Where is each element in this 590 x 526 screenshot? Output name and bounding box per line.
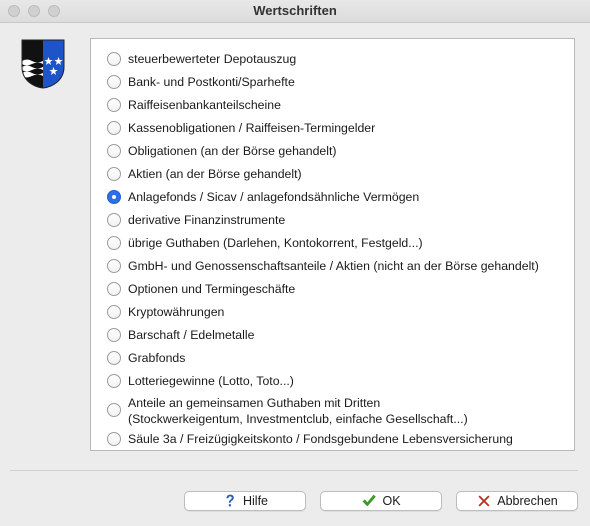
option-grabfonds[interactable]: Grabfonds (107, 350, 185, 366)
radio-button[interactable] (107, 75, 121, 89)
question-mark-dot (228, 504, 231, 507)
cancel-button-label: Abbrechen (497, 494, 558, 508)
title-bar: Wertschriften (0, 0, 590, 23)
option-label: Grabfonds (128, 351, 186, 365)
footer-divider (10, 470, 578, 471)
option-kryptowaehrungen[interactable]: Kryptowährungen (107, 304, 224, 320)
dialog-window: Wertschriften steuerbewerteter Depotausz… (0, 0, 590, 526)
radio-button[interactable] (107, 98, 121, 112)
option-raiffeisenbankanteilscheine[interactable]: Raiffeisenbankanteilscheine (107, 97, 281, 113)
ok-button[interactable]: OK (320, 491, 442, 511)
option-barschaft-edelmetalle[interactable]: Barschaft / Edelmetalle (107, 327, 254, 343)
help-button[interactable]: Hilfe (184, 491, 306, 511)
checkmark-glyph (362, 494, 377, 507)
option-label: Optionen und Termingeschäfte (128, 282, 296, 296)
option-bank-und-postkonti[interactable]: Bank- und Postkonti/Sparhefte (107, 74, 295, 90)
radio-button[interactable] (107, 144, 121, 158)
radio-button[interactable] (107, 305, 121, 319)
option-derivative-finanzinstrumente[interactable]: derivative Finanzinstrumente (107, 212, 285, 228)
checkmark-icon (362, 494, 377, 507)
option-label: Barschaft / Edelmetalle (128, 328, 255, 342)
ok-button-label: OK (382, 494, 401, 508)
option-label: Aktien (an der Börse gehandelt) (128, 167, 302, 181)
x-icon (478, 495, 490, 507)
option-label: übrige Guthaben (Darlehen, Kontokorrent,… (128, 236, 423, 250)
radio-button[interactable] (107, 52, 121, 66)
option-steuerbewerteter-depotauszug[interactable]: steuerbewerteter Depotauszug (107, 51, 296, 67)
radio-button[interactable] (107, 403, 121, 417)
option-obligationen[interactable]: Obligationen (an der Börse gehandelt) (107, 143, 337, 159)
question-mark-icon (226, 494, 234, 507)
radio-button[interactable] (107, 213, 121, 227)
option-optionen-termingeschaefte[interactable]: Optionen und Termingeschäfte (107, 281, 295, 297)
radio-button[interactable] (107, 236, 121, 250)
option-anlagefonds[interactable]: Anlagefonds / Sicav / anlagefondsähnlich… (107, 189, 419, 205)
option-label: Obligationen (an der Börse gehandelt) (128, 144, 337, 158)
radio-button[interactable] (107, 328, 121, 342)
radio-button[interactable] (107, 259, 121, 273)
radio-button[interactable] (107, 351, 121, 365)
option-label: Anteile an gemeinsamen Guthaben mit Drit… (128, 396, 468, 426)
option-label: Raiffeisenbankanteilscheine (128, 98, 281, 112)
canton-aargau-coat-of-arms-icon (21, 39, 65, 89)
radio-button[interactable] (107, 121, 121, 135)
radio-button[interactable] (107, 432, 121, 446)
option-label: Kryptowährungen (128, 305, 225, 319)
option-kassenobligationen[interactable]: Kassenobligationen / Raiffeisen-Terminge… (107, 120, 375, 136)
radio-button[interactable] (107, 374, 121, 388)
option-label: steuerbewerteter Depotauszug (128, 52, 297, 66)
cancel-button[interactable]: Abbrechen (456, 491, 578, 511)
option-label: Kassenobligationen / Raiffeisen-Terminge… (128, 121, 376, 135)
option-label: Bank- und Postkonti/Sparhefte (128, 75, 295, 89)
window-title: Wertschriften (253, 3, 337, 18)
option-gmbh-genossenschaftsanteile[interactable]: GmbH- und Genossenschaftsanteile / Aktie… (107, 258, 539, 274)
option-aktien-boerse[interactable]: Aktien (an der Börse gehandelt) (107, 166, 302, 182)
radio-button[interactable] (107, 282, 121, 296)
option-label: GmbH- und Genossenschaftsanteile / Aktie… (128, 259, 539, 273)
option-anteile-gemeinsame-guthaben[interactable]: Anteile an gemeinsamen Guthaben mit Drit… (107, 395, 468, 427)
option-lotteriegewinne[interactable]: Lotteriegewinne (Lotto, Toto...) (107, 373, 294, 389)
option-label: Säule 3a / Freizügigkeitskonto / Fondsge… (128, 432, 513, 446)
radio-button[interactable] (107, 190, 121, 204)
option-label: Anlagefonds / Sicav / anlagefondsähnlich… (128, 190, 420, 204)
option-saeule-3a[interactable]: Säule 3a / Freizügigkeitskonto / Fondsge… (107, 431, 513, 447)
securities-type-radio-group: steuerbewerteter Depotauszug Bank- und P… (90, 38, 575, 451)
option-uebrige-guthaben[interactable]: übrige Guthaben (Darlehen, Kontokorrent,… (107, 235, 423, 251)
option-label: Lotteriegewinne (Lotto, Toto...) (128, 374, 294, 388)
help-button-label: Hilfe (242, 494, 268, 508)
option-label: derivative Finanzinstrumente (128, 213, 286, 227)
x-glyph (478, 495, 490, 507)
radio-button[interactable] (107, 167, 121, 181)
question-mark-glyph (226, 494, 234, 503)
